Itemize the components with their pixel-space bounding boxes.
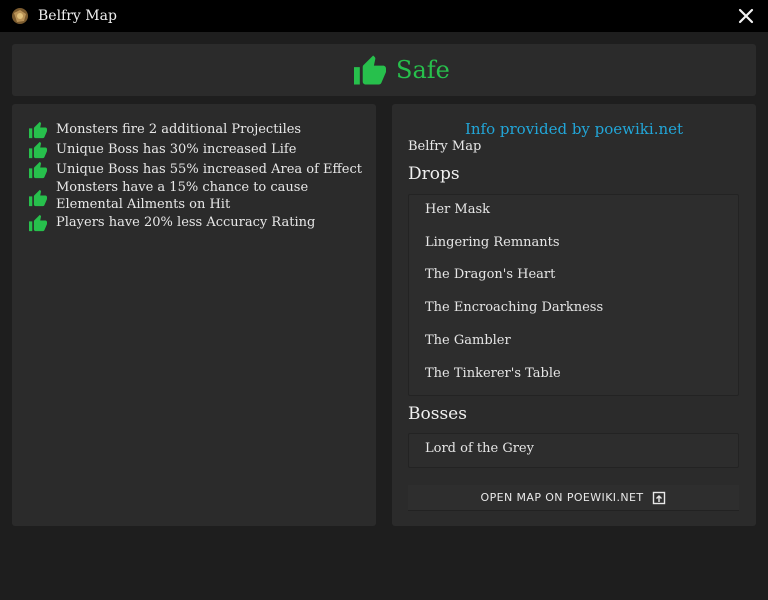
- source-link[interactable]: Info provided by poewiki.net: [392, 120, 756, 138]
- window-title: Belfry Map: [38, 8, 117, 24]
- mod-item: Monsters fire 2 additional Projectiles: [28, 121, 368, 139]
- mod-item: Players have 20% less Accuracy Rating: [28, 214, 368, 232]
- map-mods-panel: Monsters fire 2 additional Projectiles U…: [12, 104, 376, 526]
- mod-text: Unique Boss has 30% increased Life: [56, 142, 297, 157]
- bosses-heading: Bosses: [408, 404, 467, 424]
- open-in-new-icon: [653, 491, 666, 504]
- map-name: Belfry Map: [408, 139, 482, 154]
- mod-text: Monsters have a 15% chance to cause Elem…: [56, 180, 309, 212]
- drops-heading: Drops: [408, 164, 460, 184]
- thumbs-up-icon: [29, 161, 47, 179]
- list-item[interactable]: Lingering Remnants: [425, 235, 560, 250]
- mod-item: Unique Boss has 30% increased Life: [28, 141, 368, 159]
- map-info-panel: Info provided by poewiki.net Belfry Map …: [392, 104, 756, 526]
- mod-item: Unique Boss has 55% increased Area of Ef…: [28, 161, 368, 179]
- title-bar: Belfry Map: [0, 0, 768, 32]
- open-map-label: OPEN MAP ON POEWIKI.NET: [480, 491, 644, 504]
- list-item[interactable]: Lord of the Grey: [425, 441, 534, 456]
- close-icon[interactable]: [736, 6, 756, 26]
- list-item[interactable]: The Dragon's Heart: [425, 267, 555, 282]
- thumbs-up-icon: [354, 55, 386, 85]
- safety-status-bar: Safe: [12, 44, 756, 96]
- mod-text: Unique Boss has 55% increased Area of Ef…: [56, 162, 362, 177]
- list-item[interactable]: The Gambler: [425, 333, 511, 348]
- map-icon: [12, 8, 28, 24]
- mod-item: Monsters have a 15% chance to cause Elem…: [28, 179, 368, 213]
- mod-text: Players have 20% less Accuracy Rating: [56, 215, 316, 230]
- status-indicator: Safe: [352, 52, 450, 88]
- thumbs-up-icon: [29, 141, 47, 159]
- list-item[interactable]: Her Mask: [425, 202, 490, 217]
- mod-text: Monsters fire 2 additional Projectiles: [56, 122, 302, 137]
- thumbs-up-icon: [29, 121, 47, 139]
- status-label: Safe: [396, 56, 450, 84]
- list-item[interactable]: The Tinkerer's Table: [425, 366, 561, 381]
- list-item[interactable]: The Encroaching Darkness: [425, 300, 603, 315]
- open-map-button[interactable]: OPEN MAP ON POEWIKI.NET: [408, 485, 739, 511]
- thumbs-up-icon: [29, 214, 47, 232]
- thumbs-up-icon: [29, 189, 47, 207]
